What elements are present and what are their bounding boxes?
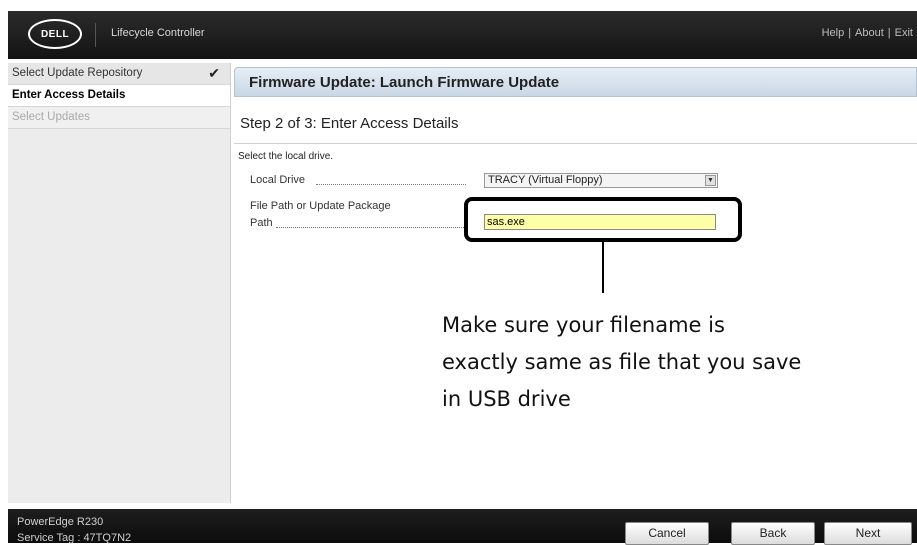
sidebar-item-select-updates: Select Updates — [8, 107, 230, 129]
cancel-button[interactable]: Cancel — [625, 522, 709, 545]
link-separator: | — [887, 27, 891, 39]
dotted-leader — [276, 227, 466, 228]
page-title: Firmware Update: Launch Firmware Update — [249, 74, 560, 91]
dotted-leader — [316, 184, 466, 185]
checkmark-icon: ✔ — [208, 65, 220, 81]
product-name: Lifecycle Controller — [111, 27, 205, 39]
dell-logo: DELL — [28, 19, 82, 49]
about-link[interactable]: About — [855, 27, 884, 39]
wizard-sidebar: Select Update Repository ✔ Enter Access … — [8, 63, 231, 503]
service-tag: Service Tag : 47TQ7N2 — [17, 532, 132, 544]
file-path-label: File Path or Update Package — [250, 200, 391, 212]
local-drive-select[interactable]: TRACY (Virtual Floppy) ▼ — [484, 173, 718, 188]
main-panel: Firmware Update: Launch Firmware Update … — [234, 63, 917, 503]
page-title-bar: Firmware Update: Launch Firmware Update — [234, 67, 917, 97]
back-button[interactable]: Back — [731, 522, 815, 545]
header-divider — [95, 23, 96, 47]
dropdown-arrow-icon[interactable]: ▼ — [705, 175, 716, 186]
sidebar-item-enter-access-details[interactable]: Enter Access Details — [8, 85, 230, 107]
file-path-label-cont: Path — [250, 217, 273, 229]
highlight-box — [464, 197, 742, 242]
local-drive-label: Local Drive — [250, 174, 306, 186]
app-footer: PowerEdge R230 Service Tag : 47TQ7N2 Can… — [8, 509, 917, 545]
instruction-text: Select the local drive. — [238, 151, 334, 162]
annotation-box: Make sure your filename is exactly same … — [426, 293, 804, 433]
link-separator: | — [848, 27, 852, 39]
server-model: PowerEdge R230 — [17, 516, 104, 528]
sidebar-item-label: Select Updates — [12, 111, 90, 123]
logo-text: DELL — [40, 28, 70, 40]
callout-arrow-line — [602, 242, 604, 300]
sidebar-item-select-update-repository[interactable]: Select Update Repository ✔ — [8, 63, 230, 85]
top-margin — [0, 0, 917, 11]
step-title: Step 2 of 3: Enter Access Details — [240, 115, 459, 132]
help-link[interactable]: Help — [822, 27, 845, 39]
divider — [234, 143, 917, 144]
annotation-text: Make sure your filename is exactly same … — [442, 313, 802, 411]
exit-link[interactable]: Exit — [895, 27, 913, 39]
next-button[interactable]: Next — [824, 522, 912, 545]
sidebar-item-label: Select Update Repository — [12, 67, 143, 79]
header-links: Help | About | Exit — [822, 27, 913, 39]
app-header: DELL Lifecycle Controller Help | About |… — [8, 11, 917, 59]
local-drive-value: TRACY (Virtual Floppy) — [488, 174, 603, 186]
sidebar-item-label: Enter Access Details — [12, 89, 126, 101]
